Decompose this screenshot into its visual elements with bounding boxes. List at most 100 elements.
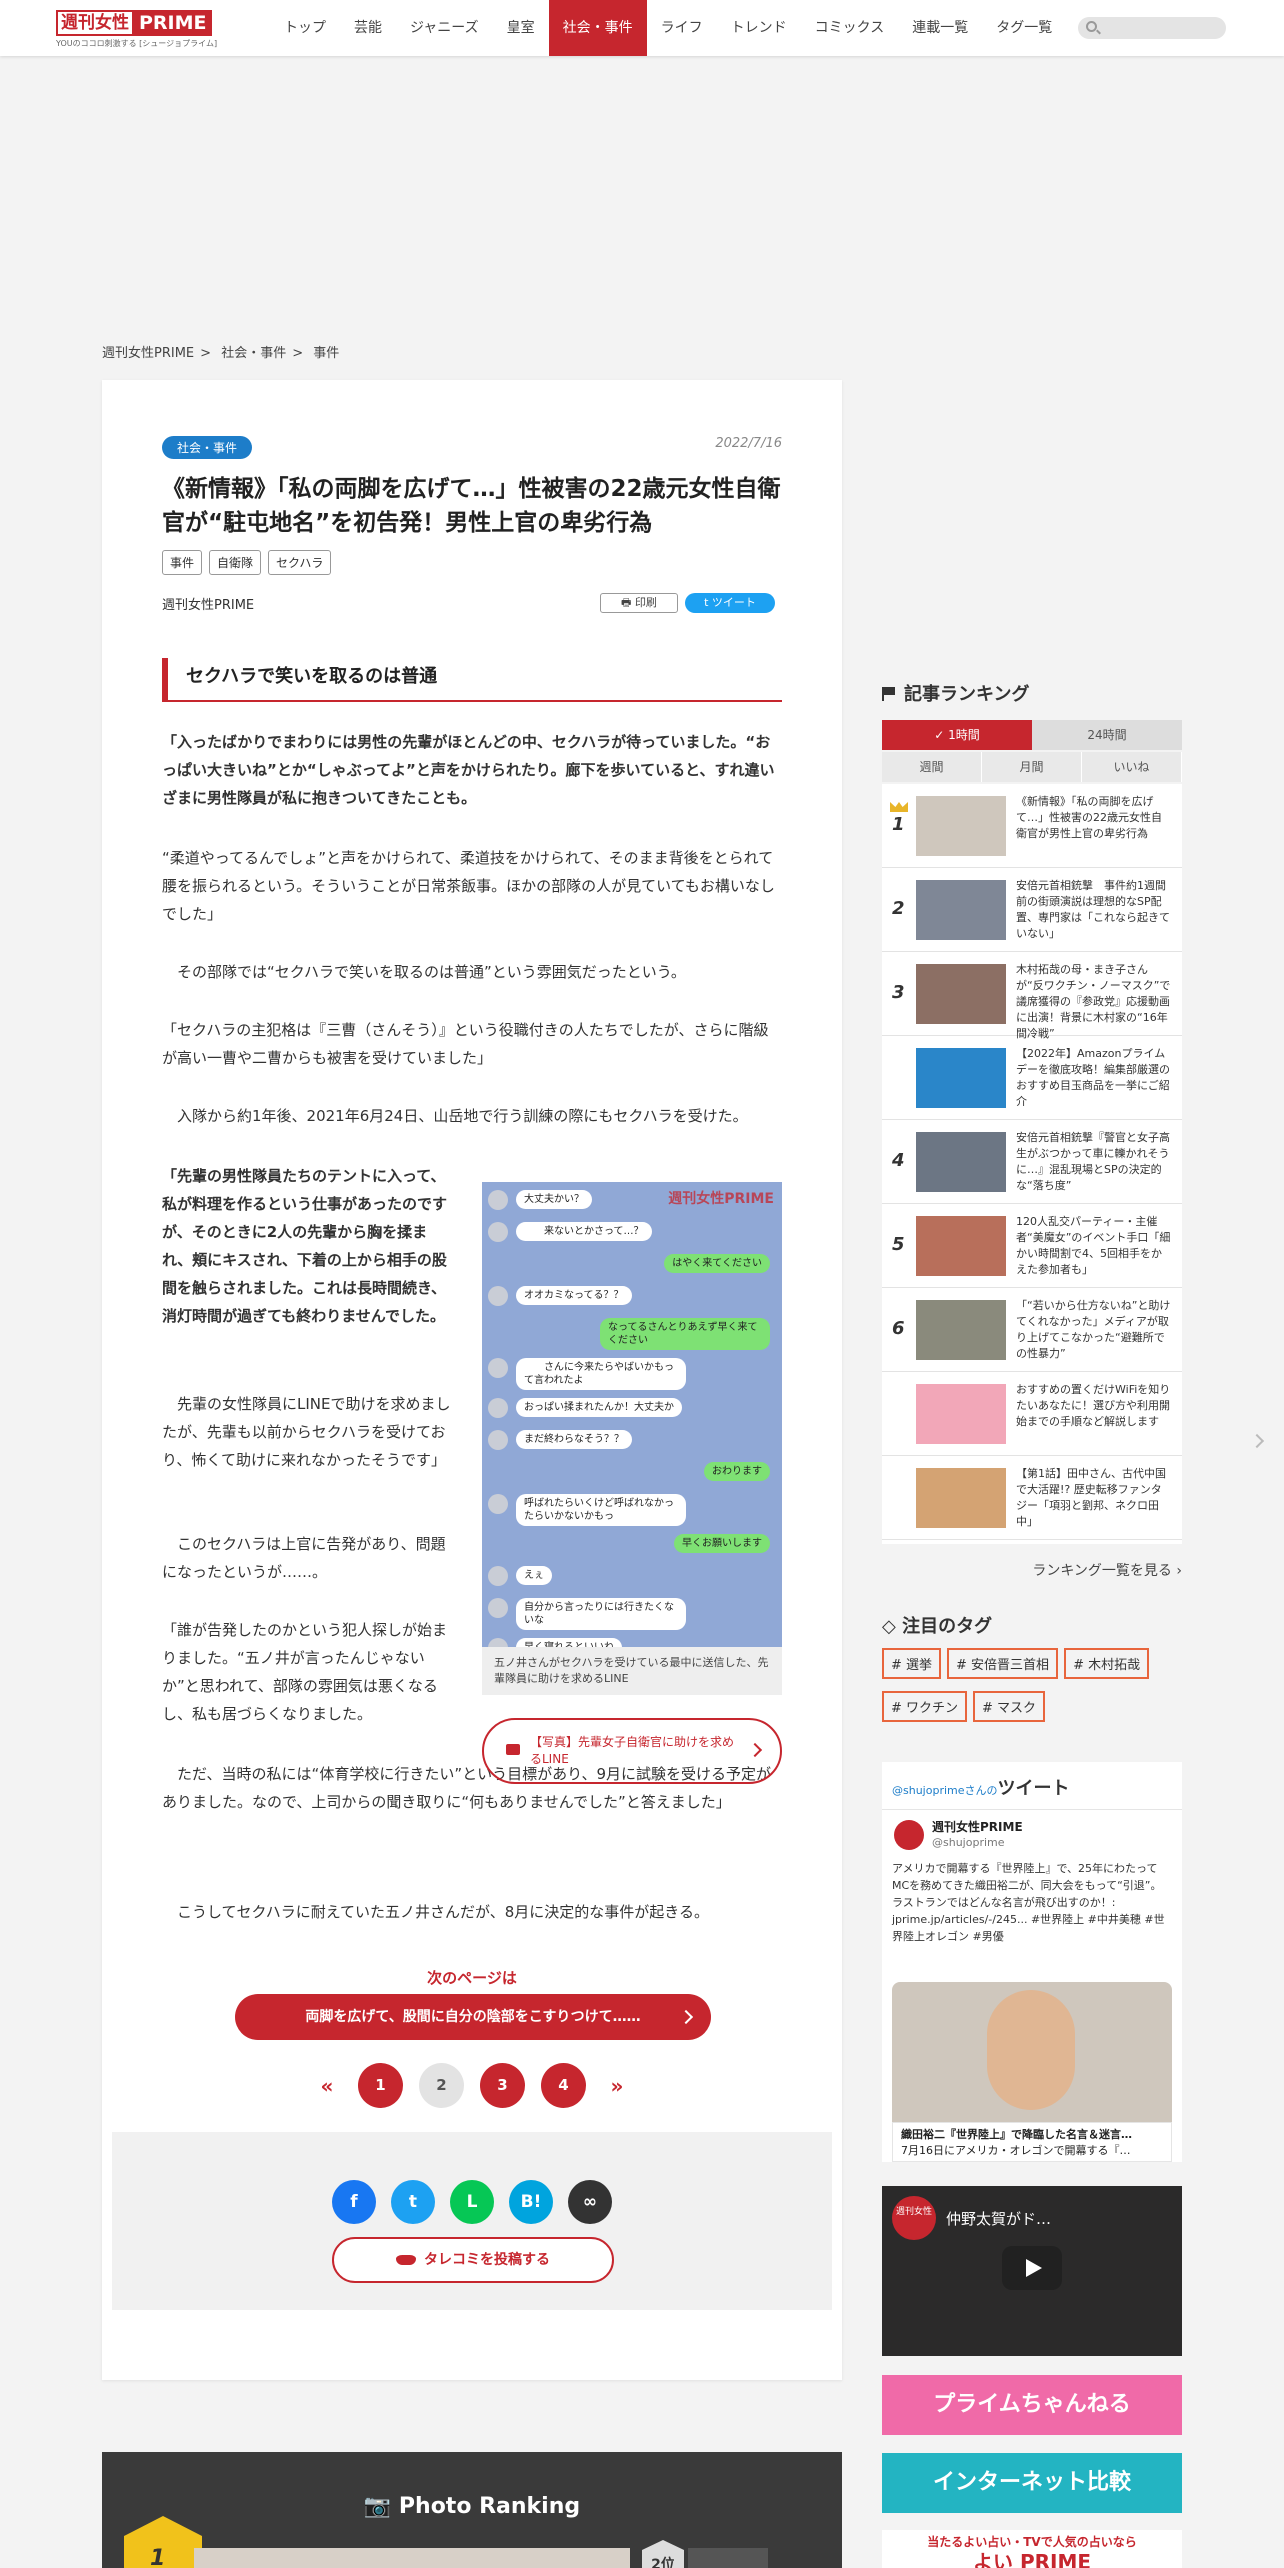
ranking-item[interactable]: 【2022年】Amazonプライムデーを徹底攻略！編集部厳選のおすすめ目玉商品を…: [882, 1036, 1182, 1120]
ranking-thumbnail[interactable]: [916, 1132, 1006, 1192]
nav-trend[interactable]: トレンド: [717, 0, 801, 56]
ranking-item[interactable]: 【第1話】田中さん、古代中国で大活躍!? 歴史転移ファンタジー「項羽と劉邦、ネク…: [882, 1456, 1182, 1540]
nav-life[interactable]: ライフ: [647, 0, 717, 56]
ranking-thumbnail[interactable]: [916, 1216, 1006, 1276]
next-page-button[interactable]: 両脚を広げて、股間に自分の陰部をこすりつけて……: [235, 1994, 711, 2040]
pager-page-3[interactable]: 3: [480, 2063, 525, 2108]
nav-johnnys[interactable]: ジャニーズ: [396, 0, 493, 56]
tag-sdf[interactable]: 自衛隊: [209, 550, 262, 575]
rank-2-photo[interactable]: [688, 2548, 768, 2568]
nav-society[interactable]: 社会・事件: [548, 0, 647, 56]
ranking-item[interactable]: 1 《新情報》「私の両脚を広げて…」性被害の22歳元女性自衛官が男性上官の卑劣行為: [882, 784, 1182, 868]
pager-page-1[interactable]: 1: [358, 2063, 403, 2108]
tab-1hour[interactable]: ✓ 1時間: [882, 720, 1032, 750]
main-nav: トップ 芸能 ジャニーズ 皇室 社会・事件 ライフ トレンド コミックス 連載一…: [270, 0, 1066, 56]
tags-heading: ◇ 注目のタグ: [882, 1616, 993, 1637]
article-tags: 事件 自衛隊 セクハラ: [162, 550, 332, 575]
breadcrumb-category[interactable]: 社会・事件: [221, 346, 286, 361]
ranking-title[interactable]: 《新情報》「私の両脚を広げて…」性被害の22歳元女性自衛官が男性上官の卑劣行為: [1016, 794, 1172, 842]
ranking-title[interactable]: 120人乱交パーティー・主催者“美魔女”のイベント手口「細かい時間割で4、5回相…: [1016, 1214, 1172, 1278]
ranking-item[interactable]: 3 木村拓哉の母・まき子さんが“反ワクチン・ノーマスク”で議席獲得の『参政党』応援…: [882, 952, 1182, 1040]
ranking-title[interactable]: おすすめの置くだけWiFiを知りたいあなたに！選び方や利用開始までの手順など解説…: [1016, 1382, 1172, 1430]
ranking-thumbnail[interactable]: [916, 964, 1006, 1024]
tag-harassment[interactable]: セクハラ: [268, 550, 332, 575]
link-icon[interactable]: ∞: [568, 2180, 612, 2224]
ranking-title[interactable]: 安倍元首相銃撃 事件約1週間前の街頭演説は理想的なSP配置、専門家は「これなら起…: [1016, 878, 1172, 942]
ranking-thumbnail[interactable]: [916, 796, 1006, 856]
tab-24hour[interactable]: 24時間: [1032, 720, 1182, 750]
chevron-right-icon: [678, 2009, 694, 2025]
facebook-icon[interactable]: f: [332, 2180, 376, 2224]
nav-entertainment[interactable]: 芸能: [340, 0, 396, 56]
ranking-thumbnail[interactable]: [916, 1384, 1006, 1444]
photo-gallery-link[interactable]: 【写真】先輩女子自衛官に助けを求めるLINE: [482, 1718, 782, 1784]
ranking-tabs: ✓ 1時間 24時間: [882, 720, 1182, 750]
tag-incident[interactable]: 事件: [162, 550, 203, 575]
line-screenshot-figure[interactable]: 週刊女性PRIME 大丈夫かい？ 来ないとかさって…？ はやく来てください オオカミ…: [482, 1182, 782, 1695]
chat-bubble: 来ないとかさって…？: [516, 1222, 652, 1241]
breadcrumb-current[interactable]: 事件: [313, 346, 339, 361]
search-input[interactable]: [1078, 17, 1226, 39]
subtab-weekly[interactable]: 週間: [882, 752, 982, 782]
tweet-account-name[interactable]: 週刊女性PRIME: [932, 1818, 1023, 1835]
ranking-title[interactable]: 「“若いから仕方ないね”と助けてくれなかった」メディアが取り上げてこなかった“避…: [1016, 1298, 1172, 1362]
featured-tag[interactable]: # ワクチン: [882, 1691, 968, 1722]
subtab-monthly[interactable]: 月間: [982, 752, 1082, 782]
ranking-title[interactable]: 【2022年】Amazonプライムデーを徹底攻略！編集部厳選のおすすめ目玉商品を…: [1016, 1046, 1172, 1110]
ranking-item[interactable]: 2 安倍元首相銃撃 事件約1週間前の街頭演説は理想的なSP配置、専門家は「これなら…: [882, 868, 1182, 952]
tweet-handle[interactable]: @shujoprime: [932, 1836, 1005, 1849]
category-badge[interactable]: 社会・事件: [162, 436, 253, 459]
banner-prime-channel[interactable]: プライムちゃんねる: [882, 2375, 1182, 2435]
ranking-item[interactable]: 4 安倍元首相銃撃『警官と女子高生がぶつかって車に轢かれそうに…』混乱現場とSPの…: [882, 1120, 1182, 1204]
hatena-icon[interactable]: B!: [509, 2180, 553, 2224]
ranking-thumbnail[interactable]: [916, 1468, 1006, 1528]
chat-avatar: [488, 1358, 508, 1378]
ranking-item[interactable]: 6 「“若いから仕方ないね”と助けてくれなかった」メディアが取り上げてこなかった“…: [882, 1288, 1182, 1372]
tweet-card-image[interactable]: [892, 1982, 1172, 2122]
banner-fortune[interactable]: 当たるよい占い・TVで人気の占いなら よい PRIME: [882, 2530, 1182, 2568]
subtab-likes[interactable]: いいね: [1082, 752, 1182, 782]
avatar[interactable]: [894, 1820, 924, 1850]
tarekomi-button[interactable]: タレコミを投稿する: [332, 2237, 614, 2283]
pager-next[interactable]: »: [602, 2074, 632, 2098]
nav-series[interactable]: 連載一覧: [898, 0, 982, 56]
featured-tag[interactable]: # 木村拓哉: [1064, 1648, 1150, 1679]
chevron-right-icon[interactable]: [1249, 1433, 1265, 1449]
ranking-more-link[interactable]: ランキング一覧を見る ›: [882, 1560, 1182, 1580]
tweet-button[interactable]: t ツイート: [685, 593, 775, 613]
next-page-label: 次のページは: [427, 1969, 517, 1987]
nav-tags[interactable]: タグ一覧: [982, 0, 1066, 56]
nav-comics[interactable]: コミックス: [801, 0, 899, 56]
breadcrumb-home[interactable]: 週刊女性PRIME: [102, 346, 194, 361]
line-icon[interactable]: L: [450, 2180, 494, 2224]
print-button[interactable]: 🖶 印刷: [600, 593, 678, 613]
ranking-thumbnail[interactable]: [916, 1300, 1006, 1360]
ranking-thumbnail[interactable]: [916, 1048, 1006, 1108]
featured-tag[interactable]: # 安倍晋三首相: [947, 1648, 1059, 1679]
ranking-thumbnail[interactable]: [916, 880, 1006, 940]
ranking-title[interactable]: 安倍元首相銃撃『警官と女子高生がぶつかって車に轢かれそうに…』混乱現場とSPの決…: [1016, 1130, 1172, 1194]
chat-bubble: 大丈夫かい？: [516, 1190, 592, 1209]
nav-imperial[interactable]: 皇室: [493, 0, 549, 56]
featured-tag[interactable]: # 選挙: [882, 1648, 942, 1679]
twitter-by[interactable]: @shujoprimeさんの: [892, 1784, 998, 1797]
ranking-title: 記事ランキング: [904, 684, 1030, 705]
ranking-title[interactable]: 【第1話】田中さん、古代中国で大活躍!? 歴史転移ファンタジー「項羽と劉邦、ネク…: [1016, 1466, 1172, 1530]
site-logo[interactable]: 週刊女性 PRIME YOUのココロ刺激する [シュージョプライム]: [56, 10, 217, 48]
play-icon[interactable]: [1002, 2246, 1062, 2290]
photo-ranking-title: 📷 Photo Ranking: [363, 2494, 581, 2519]
ranking-item[interactable]: 5 120人乱交パーティー・主催者“美魔女”のイベント手口「細かい時間割で4、5回…: [882, 1204, 1182, 1288]
tweet-card[interactable]: 織田裕二『世界陸上』で降臨した名言＆迷言… 7月16日にアメリカ・オレゴンで開幕…: [892, 2122, 1172, 2162]
nav-top[interactable]: トップ: [270, 0, 340, 56]
featured-tag[interactable]: # マスク: [973, 1691, 1046, 1722]
pager-page-4[interactable]: 4: [541, 2063, 586, 2108]
youtube-embed[interactable]: 週刊女性 仲野太賀がド…: [882, 2186, 1182, 2356]
pager-prev[interactable]: «: [312, 2074, 342, 2098]
rank-1-photo[interactable]: [194, 2548, 630, 2568]
banner-internet-compare[interactable]: インターネット比較: [882, 2453, 1182, 2513]
twitter-icon[interactable]: t: [391, 2180, 435, 2224]
ranking-item[interactable]: おすすめの置くだけWiFiを知りたいあなたに！選び方や利用開始までの手順など解説…: [882, 1372, 1182, 1456]
ranking-title[interactable]: 木村拓哉の母・まき子さんが“反ワクチン・ノーマスク”で議席獲得の『参政党』応援動…: [1016, 962, 1172, 1042]
chat-avatar: [488, 1222, 508, 1242]
pager-page-2[interactable]: 2: [419, 2063, 464, 2108]
